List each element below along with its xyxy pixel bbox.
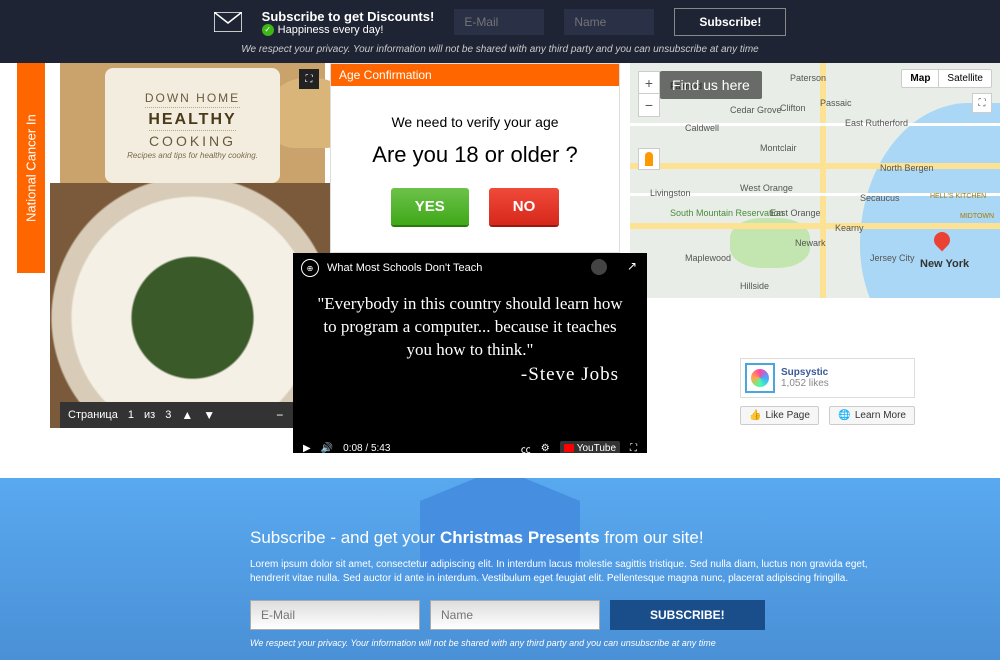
age-header: Age Confirmation bbox=[331, 64, 619, 86]
bottom-email-input[interactable] bbox=[250, 600, 420, 630]
share-icon[interactable]: ↗ bbox=[627, 259, 637, 273]
map-panel[interactable]: Paterson Clifton Passaic Caldwell Montcl… bbox=[630, 63, 1000, 298]
bottom-subscribe-section: Subscribe - and get your Christmas Prese… bbox=[0, 478, 1000, 660]
watch-later-icon[interactable] bbox=[591, 259, 607, 275]
top-subscribe-button[interactable]: Subscribe! bbox=[674, 8, 786, 36]
cookbook-panel: DOWN HOME HEALTHY COOKING Recipes and ti… bbox=[60, 63, 325, 428]
youtube-logo-icon[interactable]: YouTube bbox=[560, 441, 620, 454]
map-type-map[interactable]: Map bbox=[902, 70, 939, 87]
expand-icon[interactable]: ⛶ bbox=[299, 69, 319, 89]
top-privacy-note: We respect your privacy. Your informatio… bbox=[0, 44, 1000, 63]
age-verify-text: We need to verify your age bbox=[341, 114, 609, 130]
pdf-current-page: 1 bbox=[128, 409, 134, 421]
pdf-prev-icon[interactable]: ▲ bbox=[181, 408, 193, 422]
fb-learn-more-button[interactable]: 🌐Learn More bbox=[829, 406, 915, 425]
age-yes-button[interactable]: YES bbox=[391, 188, 469, 225]
volume-icon[interactable]: 🔊 bbox=[321, 443, 333, 454]
map-caption: Find us here bbox=[660, 71, 762, 99]
pdf-total-pages: 3 bbox=[165, 409, 171, 421]
bottom-privacy-note: We respect your privacy. Your informatio… bbox=[250, 638, 1000, 648]
fb-like-button[interactable]: 👍Like Page bbox=[740, 406, 819, 425]
bottom-title: Subscribe - and get your Christmas Prese… bbox=[250, 528, 1000, 548]
age-confirmation-panel: Age Confirmation We need to verify your … bbox=[330, 63, 620, 253]
settings-icon[interactable]: ⚙ bbox=[541, 443, 550, 454]
age-question: Are you 18 or older ? bbox=[341, 142, 609, 168]
bottom-name-input[interactable] bbox=[430, 600, 600, 630]
subscribe-tagline: ✓ Happiness every day! bbox=[262, 24, 435, 36]
thumb-icon: 👍 bbox=[749, 410, 761, 421]
fb-page-name[interactable]: Supsystic bbox=[781, 367, 829, 378]
bottom-subscribe-button[interactable]: SUBSCRIBE! bbox=[610, 600, 765, 630]
pdf-next-icon[interactable]: ▼ bbox=[203, 408, 215, 422]
top-subscribe-bar: Subscribe to get Discounts! ✓ Happiness … bbox=[0, 0, 1000, 44]
globe-icon: 🌐 bbox=[838, 410, 850, 421]
captions-icon[interactable]: ㏄ bbox=[521, 441, 531, 454]
check-icon: ✓ bbox=[262, 24, 274, 36]
fullscreen-icon[interactable]: ⛶ bbox=[630, 443, 637, 454]
map-fullscreen-icon[interactable]: ⛶ bbox=[972, 93, 992, 113]
bottom-description: Lorem ipsum dolor sit amet, consectetur … bbox=[250, 558, 870, 586]
pdf-page-label: Страница bbox=[68, 409, 118, 421]
pdf-toolbar: Страница 1 из 3 ▲ ▼ − + » bbox=[60, 402, 325, 428]
channel-icon: ⊕ bbox=[301, 259, 319, 277]
map-zoom-out-button[interactable]: − bbox=[639, 94, 659, 116]
subscribe-headline: Subscribe to get Discounts! bbox=[262, 9, 435, 24]
top-email-input[interactable] bbox=[454, 9, 544, 35]
envelope-icon bbox=[214, 12, 242, 32]
play-icon[interactable]: ▶ bbox=[303, 443, 311, 454]
fb-page-logo bbox=[745, 363, 775, 393]
video-panel[interactable]: ⊕ What Most Schools Don't Teach ↗ "Every… bbox=[293, 253, 647, 453]
zoom-out-icon[interactable]: − bbox=[276, 408, 283, 422]
video-attribution: -Steve Jobs bbox=[293, 364, 647, 392]
map-type-switch: Map Satellite bbox=[901, 69, 992, 88]
age-no-button[interactable]: NO bbox=[489, 188, 560, 225]
video-time: 0:08 / 5:43 bbox=[343, 443, 390, 454]
video-quote: "Everybody in this country should learn … bbox=[293, 283, 647, 364]
map-zoom-control: + − bbox=[638, 71, 660, 117]
side-tab[interactable]: National Cancer In bbox=[17, 63, 45, 273]
top-name-input[interactable] bbox=[564, 9, 654, 35]
video-title: What Most Schools Don't Teach bbox=[327, 262, 482, 274]
fb-likes-count: 1,052 likes bbox=[781, 378, 829, 389]
pegman-icon[interactable] bbox=[638, 148, 660, 170]
facebook-widget: Supsystic 1,052 likes 👍Like Page 🌐Learn … bbox=[740, 358, 915, 425]
map-zoom-in-button[interactable]: + bbox=[639, 72, 659, 94]
cookbook-badge: DOWN HOME HEALTHY COOKING Recipes and ti… bbox=[105, 68, 280, 183]
map-type-satellite[interactable]: Satellite bbox=[939, 70, 991, 87]
